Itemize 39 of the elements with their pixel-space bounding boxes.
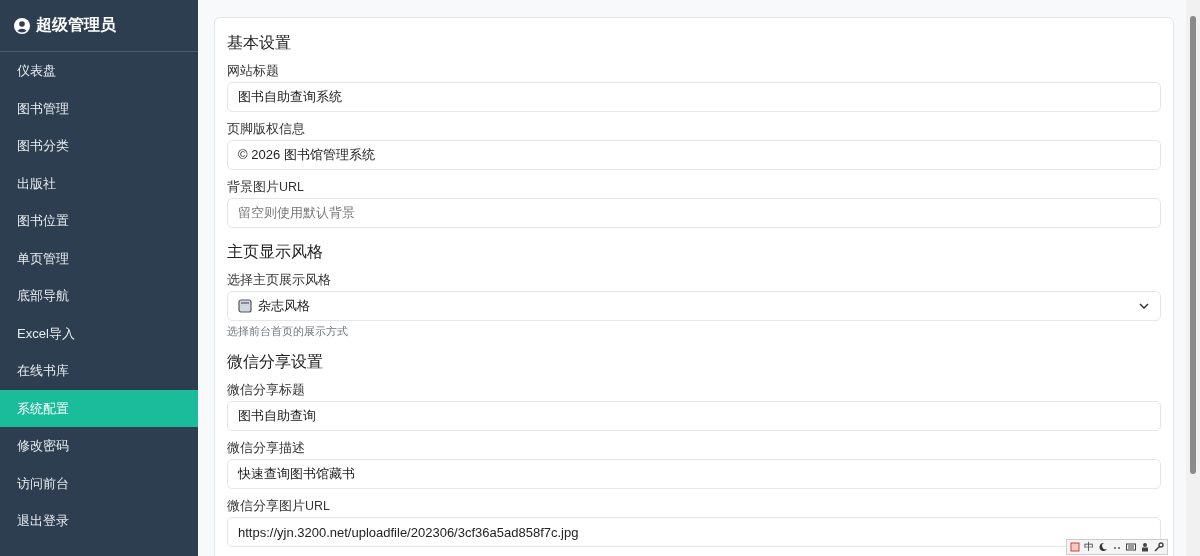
style-select[interactable]: 杂志风格 [227,291,1161,321]
grid-icon [1070,542,1080,552]
sidebar-item[interactable]: 退出登录 [0,502,198,540]
section-title: 基本设置 [227,34,291,51]
user-name: 超级管理员 [36,15,116,35]
sidebar-item[interactable]: 单页管理 [0,239,198,277]
field-label: 背景图片URL [227,179,304,195]
section-title: 微信分享设置 [227,353,323,370]
chevron-down-icon [1138,300,1150,312]
sidebar-item[interactable]: 图书分类 [0,127,198,165]
wrench-icon[interactable] [1154,542,1164,552]
person-icon[interactable] [1140,542,1150,552]
field-label: 选择主页展示风格 [227,272,331,288]
field-label: 微信分享标题 [227,382,305,398]
field-label: 微信分享图片URL [227,498,330,514]
field-label: 微信分享描述 [227,440,305,456]
sidebar-item[interactable]: Excel导入 [0,314,198,352]
text-field[interactable]: 图书自助查询系统 [227,82,1161,112]
help-text: 选择前台首页的展示方式 [227,324,348,338]
sidebar-item[interactable]: 图书管理 [0,89,198,127]
user-icon [14,17,30,34]
sidebar-item[interactable]: 出版社 [0,164,198,202]
text-field[interactable]: 快速查询图书馆藏书 [227,459,1161,489]
text-field[interactable]: © 2026 图书馆管理系统 [227,140,1161,170]
sidebar-item[interactable]: 仪表盘 [0,52,198,90]
section-title: 主页显示风格 [227,243,323,260]
scrollbar[interactable] [1186,0,1200,556]
sidebar-item[interactable]: 修改密码 [0,427,198,465]
field-label: 网站标题 [227,63,279,79]
sidebar-item[interactable]: 图书位置 [0,202,198,240]
sidebar-item[interactable]: 在线书库 [0,352,198,390]
sidebar-item[interactable]: 访问前台 [0,464,198,502]
text-field[interactable]: 留空则使用默认背景 [227,198,1161,228]
moon-icon[interactable] [1098,542,1108,552]
magazine-icon [238,299,252,313]
keyboard-icon[interactable] [1126,542,1136,552]
text-field[interactable]: 图书自助查询 [227,401,1161,431]
field-label: 页脚版权信息 [227,121,305,137]
sidebar-item[interactable]: 底部导航 [0,277,198,315]
